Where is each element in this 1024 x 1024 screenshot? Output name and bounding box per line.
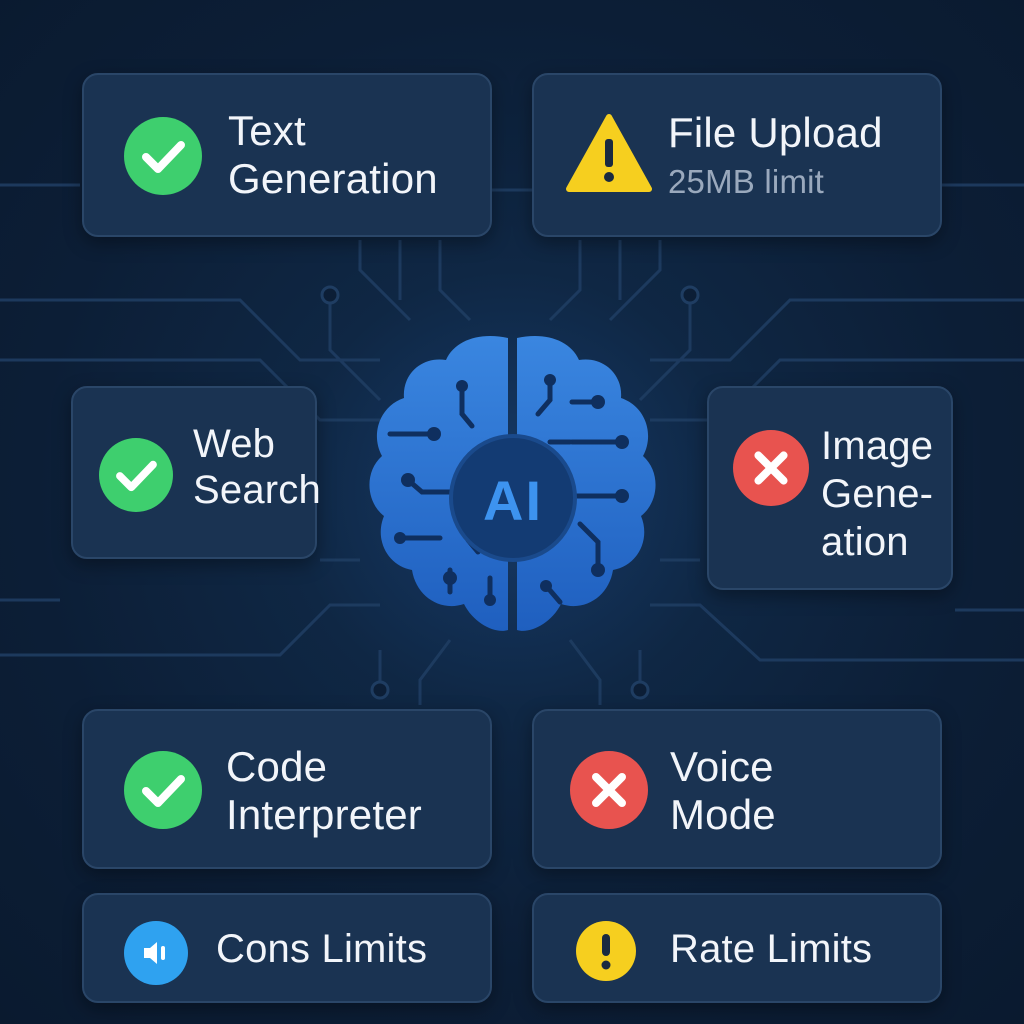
feature-card-voice-mode[interactable]: Voice Mode [532, 709, 942, 869]
card-title: File Upload [668, 109, 883, 156]
card-title-line2: Mode [670, 790, 776, 838]
card-title-line1: Web [193, 422, 276, 466]
feature-card-image-generation[interactable]: Image Gene- ation [707, 386, 953, 590]
check-circle-icon [124, 751, 202, 829]
card-title: Rate Limits [670, 927, 873, 971]
check-circle-icon [99, 438, 173, 512]
feature-card-file-upload[interactable]: File Upload 25MB limit [532, 73, 942, 237]
x-circle-icon [570, 751, 648, 829]
exclamation-circle-icon [576, 921, 636, 981]
speaker-circle-icon [124, 921, 188, 985]
check-circle-icon [124, 117, 202, 195]
ai-center-label: AI [483, 469, 543, 532]
feature-card-web-search[interactable]: Web Search [71, 386, 321, 559]
feature-card-code-interpreter[interactable]: Code Interpreter [82, 709, 492, 869]
feature-card-cons-limits[interactable]: Cons Limits [82, 893, 492, 1003]
card-title-line1: Image [821, 424, 934, 468]
card-title-line1: Code [226, 743, 328, 790]
card-title: Cons Limits [216, 927, 428, 971]
warning-triangle-icon [566, 113, 652, 193]
card-title-line1: Text [228, 107, 306, 154]
card-title-line2: Generation [228, 154, 438, 202]
x-circle-icon [733, 430, 809, 506]
card-title-line2: Interpreter [226, 790, 422, 838]
card-title-line1: Voice [670, 743, 774, 790]
card-title-line2: Search [193, 467, 321, 512]
card-title-line3: ation [821, 520, 909, 564]
card-note: 25MB limit [668, 163, 825, 200]
feature-card-text-generation[interactable]: Text Generation [82, 73, 492, 237]
card-title-line2: Gene- [821, 472, 934, 516]
feature-card-rate-limits[interactable]: Rate Limits [532, 893, 942, 1003]
